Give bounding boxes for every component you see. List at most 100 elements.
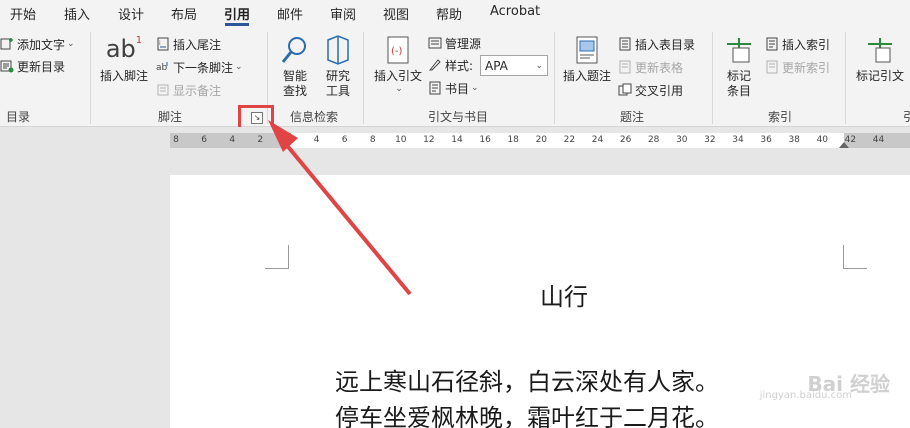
poem-line-1: 远上寒山石径斜，白云深处有人家。 <box>335 368 719 396</box>
table-of-figures-icon <box>619 37 631 51</box>
right-indent-marker[interactable] <box>839 142 849 148</box>
svg-text:(-): (-) <box>391 46 403 57</box>
ruler-number: 40 <box>816 135 829 145</box>
insert-citation-text: 插入引文 <box>374 69 423 83</box>
ruler-number: 4 <box>229 135 236 145</box>
ruler-number: 24 <box>591 135 604 145</box>
group-label-footnotes: 脚注 <box>158 110 183 124</box>
ruler-number: 6 <box>341 135 348 145</box>
researcher-button[interactable]: 研究 工具 <box>322 34 354 99</box>
watermark-url: jingyan.baidu.com <box>759 390 852 401</box>
group-separator <box>712 32 713 124</box>
crop-mark-top-left <box>265 245 289 269</box>
hanging-indent-marker[interactable] <box>281 142 291 148</box>
ab-superscript: 1 <box>135 35 143 46</box>
insert-footnote-button[interactable]: ab 1 插入脚注 <box>100 34 148 84</box>
ruler-number: 18 <box>507 135 519 145</box>
tab-references[interactable]: 引用 <box>224 4 250 23</box>
researcher-icon <box>327 35 349 65</box>
tab-design[interactable]: 设计 <box>118 4 144 23</box>
smart-lookup-button[interactable]: 智能 查找 <box>279 34 311 99</box>
next-footnote-label: 下一条脚注 <box>173 60 234 75</box>
tab-insert[interactable]: 插入 <box>64 4 90 23</box>
group-separator <box>554 32 555 124</box>
crop-mark-top-right <box>843 245 867 269</box>
add-text-button[interactable]: 添加文字 ⌄ <box>0 34 75 54</box>
mark-entry-label-2: 条目 <box>726 84 751 98</box>
svg-text:ab: ab <box>156 63 168 73</box>
ruler-left-margin <box>170 133 284 148</box>
add-text-label: 添加文字 <box>17 37 66 52</box>
bibliography-button[interactable]: 书目 ⌄ <box>428 78 479 98</box>
group-separator <box>90 32 91 124</box>
ruler-number: 2 <box>257 135 264 145</box>
ruler-number: 8 <box>173 135 179 145</box>
mark-entry-label-1: 标记 <box>726 69 751 83</box>
ruler-number: 38 <box>788 135 800 145</box>
group-label-citations: 引文与书目 <box>428 110 489 124</box>
update-toc-button[interactable]: 更新目录 <box>0 56 65 76</box>
insert-index-button[interactable]: 插入索引 <box>765 34 830 54</box>
tab-mailings[interactable]: 邮件 <box>277 4 303 23</box>
update-index-button[interactable]: 更新索引 <box>765 57 830 77</box>
researcher-label-1: 研究 <box>325 69 350 83</box>
style-label: 样式: <box>445 58 474 73</box>
group-label-index: 索引 <box>768 110 793 124</box>
insert-citation-button[interactable]: (-) 插入引文 ⌄ <box>374 34 422 94</box>
tab-review[interactable]: 审阅 <box>330 4 356 23</box>
tab-acrobat[interactable]: Acrobat <box>490 4 540 19</box>
chevron-down-icon: ⌄ <box>67 39 75 49</box>
manage-sources-button[interactable]: 管理源 <box>428 33 481 53</box>
insert-table-of-figures-label: 插入表目录 <box>635 37 696 52</box>
group-separator <box>845 32 846 124</box>
svg-text:i: i <box>159 40 161 47</box>
insert-caption-button[interactable]: 插入题注 <box>563 34 611 84</box>
ruler-number: 4 <box>313 135 320 145</box>
update-toc-icon <box>0 60 14 73</box>
chevron-down-icon: ⌄ <box>395 84 403 94</box>
tab-help[interactable]: 帮助 <box>436 4 462 23</box>
insert-index-icon <box>766 37 778 51</box>
citation-style-select[interactable]: APA ⌄ <box>480 55 548 76</box>
update-table-icon <box>619 60 631 74</box>
bibliography-label: 书目 <box>445 81 470 96</box>
ribbon-tab-bar: 开始 插入 设计 布局 引用 邮件 审阅 视图 帮助 Acrobat <box>0 0 910 26</box>
manage-sources-icon <box>428 37 442 49</box>
ruler-number: 34 <box>732 135 744 145</box>
first-line-indent-marker[interactable] <box>281 133 291 139</box>
tab-home[interactable]: 开始 <box>10 4 36 23</box>
insert-footnote-icon: ab 1 <box>106 34 142 66</box>
ruler-number: 30 <box>676 135 688 145</box>
ruler-number: 8 <box>369 135 376 145</box>
mark-citation-label: 标记引文 <box>856 69 905 83</box>
insert-citation-icon: (-) <box>387 36 409 64</box>
mark-entry-button[interactable]: 标记 条目 <box>723 34 755 99</box>
update-table-button[interactable]: 更新表格 <box>618 57 683 77</box>
smart-lookup-label-1: 智能 <box>282 69 307 83</box>
group-label-toc: 目录 <box>6 110 31 124</box>
insert-caption-icon <box>576 36 598 64</box>
update-index-label: 更新索引 <box>782 60 831 75</box>
show-notes-button[interactable]: 显示备注 <box>156 80 221 100</box>
ruler-number: 6 <box>201 135 207 145</box>
ruler-number: 36 <box>760 135 772 145</box>
cross-reference-icon <box>618 83 632 96</box>
show-notes-label: 显示备注 <box>173 83 222 98</box>
style-icon <box>428 59 441 71</box>
insert-citation-label: 插入引文 <box>374 69 422 84</box>
insert-endnote-icon: i <box>157 37 169 51</box>
bibliography-icon <box>429 81 441 95</box>
search-icon <box>281 37 306 63</box>
add-text-icon <box>0 38 13 50</box>
mark-citation-button[interactable]: 标记引文 <box>856 34 904 84</box>
chevron-down-icon: ⌄ <box>535 60 543 71</box>
cross-reference-button[interactable]: 交叉引用 <box>618 80 683 100</box>
tab-layout[interactable]: 布局 <box>171 4 197 23</box>
mark-citation-icon <box>868 38 892 63</box>
next-footnote-button[interactable]: ab 下一条脚注 ⌄ <box>156 57 243 77</box>
group-label-toa: 引 <box>903 110 910 124</box>
tab-view[interactable]: 视图 <box>383 4 409 23</box>
insert-endnote-button[interactable]: i 插入尾注 <box>156 34 221 54</box>
group-separator <box>363 32 364 124</box>
insert-table-of-figures-button[interactable]: 插入表目录 <box>618 34 695 54</box>
